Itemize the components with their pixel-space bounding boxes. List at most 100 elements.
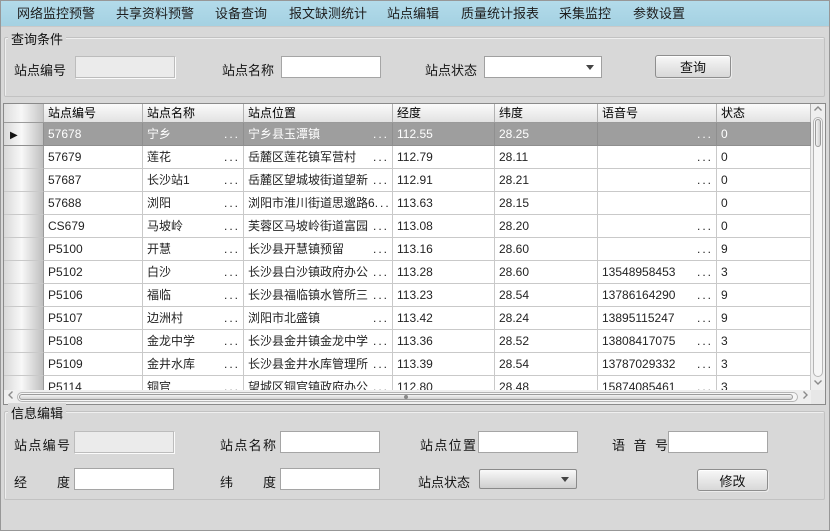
- column-header-longitude[interactable]: 经度: [393, 104, 495, 122]
- table-row[interactable]: 57687长沙站1...岳麓区望城坡街道望新...112.9128.21...0: [4, 169, 811, 192]
- cell-site-location: 岳麓区望城坡街道望新...: [244, 169, 393, 192]
- query-conditions-title: 查询条件: [8, 29, 66, 48]
- cell-site-location: 芙蓉区马坡岭街道富园...: [244, 215, 393, 238]
- row-header-cell[interactable]: [4, 307, 44, 330]
- table-row[interactable]: P5102白沙...长沙县白沙镇政府办公...113.2828.60135489…: [4, 261, 811, 284]
- query-site-id-input[interactable]: [75, 56, 175, 78]
- table-row[interactable]: P5108金龙中学...长沙县金井镇金龙中学...113.3628.521380…: [4, 330, 811, 353]
- truncation-ellipsis: ...: [224, 307, 240, 329]
- cell-latitude: 28.54: [495, 353, 598, 376]
- column-header-site-id[interactable]: 站点编号: [44, 104, 143, 122]
- table-row[interactable]: CS679马坡岭...芙蓉区马坡岭街道富园...113.0828.20...0: [4, 215, 811, 238]
- table-row[interactable]: P5107边洲村...浏阳市北盛镇...113.4228.24138951152…: [4, 307, 811, 330]
- row-header-cell[interactable]: [4, 353, 44, 376]
- cell-longitude: 113.16: [393, 238, 495, 261]
- row-header-cell[interactable]: [4, 215, 44, 238]
- cell-site-name: 铜官...: [143, 376, 244, 390]
- edit-voice-number-input[interactable]: [668, 431, 768, 453]
- cell-longitude: 113.39: [393, 353, 495, 376]
- column-header-voice-number[interactable]: 语音号: [598, 104, 717, 122]
- menu-item-report-missing-stats[interactable]: 报文缺测统计: [289, 1, 367, 27]
- row-header-cell[interactable]: [4, 261, 44, 284]
- edit-longitude-input[interactable]: [74, 468, 174, 490]
- scroll-gripper-icon: [404, 395, 408, 399]
- truncation-ellipsis: ...: [224, 169, 240, 191]
- truncation-ellipsis: ...: [373, 261, 389, 283]
- edit-site-id-input[interactable]: [74, 431, 174, 453]
- horizontal-scroll-thumb[interactable]: [19, 394, 793, 400]
- cell-site-id: P5109: [44, 353, 143, 376]
- row-header-cell[interactable]: [4, 192, 44, 215]
- cell-site-location: 长沙县白沙镇政府办公...: [244, 261, 393, 284]
- table-row[interactable]: P5106福临...长沙县福临镇水管所三...113.2328.54137861…: [4, 284, 811, 307]
- edit-voice-number-label: 语 音 号: [612, 435, 668, 454]
- table-row[interactable]: ▶57678宁乡...宁乡县玉潭镇...112.5528.25...0: [4, 123, 811, 146]
- edit-site-location-input[interactable]: [478, 431, 578, 453]
- row-header-cell[interactable]: [4, 169, 44, 192]
- menu-item-quality-report[interactable]: 质量统计报表: [461, 1, 539, 27]
- menu-item-device-query[interactable]: 设备查询: [215, 1, 267, 27]
- horizontal-scroll-track[interactable]: [17, 392, 798, 402]
- cell-status: 0: [717, 123, 811, 146]
- query-site-name-input[interactable]: [281, 56, 381, 78]
- cell-site-location: 岳麓区莲花镇军营村...: [244, 146, 393, 169]
- row-header-cell[interactable]: [4, 376, 44, 390]
- row-header-cell[interactable]: [4, 284, 44, 307]
- query-site-status-label: 站点状态: [425, 60, 477, 79]
- query-button[interactable]: 查询: [655, 55, 731, 78]
- menu-item-parameter-settings[interactable]: 参数设置: [633, 1, 685, 27]
- table-row[interactable]: P5114铜官...望城区铜官镇政府办公...112.8028.48158740…: [4, 376, 811, 390]
- row-header-cell[interactable]: [4, 238, 44, 261]
- row-selector-icon: ▶: [10, 130, 18, 141]
- truncation-ellipsis: ...: [373, 146, 389, 168]
- vertical-scroll-thumb[interactable]: [815, 119, 821, 147]
- truncation-ellipsis: ...: [224, 261, 240, 283]
- column-header-latitude[interactable]: 纬度: [495, 104, 598, 122]
- column-header-site-name[interactable]: 站点名称: [143, 104, 244, 122]
- truncation-ellipsis: ...: [224, 215, 240, 237]
- table-row[interactable]: 57688浏阳...浏阳市淮川街道思邈路6...113.6328.150: [4, 192, 811, 215]
- cell-status: 3: [717, 353, 811, 376]
- edit-latitude-input[interactable]: [280, 468, 380, 490]
- query-site-status-select[interactable]: [484, 56, 602, 78]
- cell-status: 3: [717, 261, 811, 284]
- table-corner-cell[interactable]: [4, 104, 44, 122]
- horizontal-scrollbar[interactable]: [4, 390, 811, 404]
- cell-status: 3: [717, 376, 811, 390]
- column-header-status[interactable]: 状态: [717, 104, 811, 122]
- edit-site-name-input[interactable]: [280, 431, 380, 453]
- truncation-ellipsis: ...: [224, 123, 240, 145]
- scroll-right-icon[interactable]: [798, 390, 811, 404]
- cell-site-name: 边洲村...: [143, 307, 244, 330]
- edit-site-status-select[interactable]: [479, 469, 577, 489]
- cell-status: 0: [717, 192, 811, 215]
- cell-voice-number: 13548958453...: [598, 261, 717, 284]
- vertical-scroll-track[interactable]: [813, 117, 823, 377]
- cell-site-location: 浏阳市淮川街道思邈路6...: [244, 192, 393, 215]
- column-header-site-location[interactable]: 站点位置: [244, 104, 393, 122]
- truncation-ellipsis: ...: [373, 123, 389, 145]
- table-row[interactable]: P5100开慧...长沙县开慧镇预留...113.1628.60...9: [4, 238, 811, 261]
- row-header-cell[interactable]: [4, 330, 44, 353]
- edit-latitude-label: 纬 度: [220, 472, 276, 491]
- table-row[interactable]: P5109金井水库...长沙县金井水库管理所...113.3928.541378…: [4, 353, 811, 376]
- menu-item-shared-data-alert[interactable]: 共享资料预警: [116, 1, 194, 27]
- cell-latitude: 28.60: [495, 261, 598, 284]
- table-row[interactable]: 57679莲花...岳麓区莲花镇军营村...112.7928.11...0: [4, 146, 811, 169]
- cell-latitude: 28.20: [495, 215, 598, 238]
- cell-site-id: 57679: [44, 146, 143, 169]
- modify-button[interactable]: 修改: [697, 469, 768, 491]
- row-header-cell[interactable]: ▶: [4, 123, 44, 146]
- scroll-up-icon[interactable]: [811, 104, 825, 117]
- row-header-cell[interactable]: [4, 146, 44, 169]
- truncation-ellipsis: ...: [373, 307, 389, 329]
- menu-item-network-monitor-alert[interactable]: 网络监控预警: [17, 1, 95, 27]
- scroll-left-icon[interactable]: [4, 390, 17, 404]
- menu-item-site-edit[interactable]: 站点编辑: [387, 1, 439, 27]
- edit-site-status-label: 站点状态: [418, 472, 470, 491]
- menu-item-collect-monitor[interactable]: 采集监控: [559, 1, 611, 27]
- chevron-down-icon: [586, 65, 594, 70]
- vertical-scrollbar[interactable]: [811, 104, 825, 390]
- cell-site-name: 福临...: [143, 284, 244, 307]
- scroll-down-icon[interactable]: [811, 377, 825, 390]
